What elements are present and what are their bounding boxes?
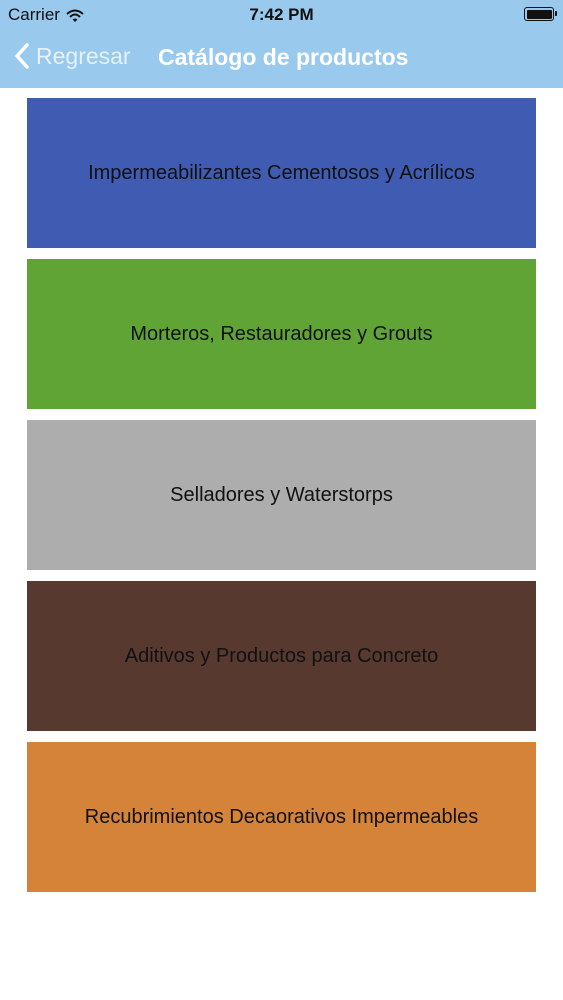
category-label: Impermeabilizantes Cementosos y Acrílico…	[88, 161, 475, 184]
chevron-left-icon	[14, 42, 30, 70]
category-label: Aditivos y Productos para Concreto	[124, 644, 439, 667]
category-aditivos[interactable]: Aditivos y Productos para Concreto	[27, 581, 536, 731]
page-title: Catálogo de productos	[158, 44, 409, 70]
nav-bar: Regresar Catálogo de productos	[0, 30, 563, 88]
category-impermeabilizantes[interactable]: Impermeabilizantes Cementosos y Acrílico…	[27, 98, 536, 248]
battery-icon	[524, 7, 557, 21]
category-label: Morteros, Restauradores y Grouts	[130, 322, 433, 345]
back-label: Regresar	[36, 42, 131, 69]
catalog-list: Impermeabilizantes Cementosos y Acrílico…	[27, 98, 536, 903]
category-selladores[interactable]: Selladores y Waterstorps	[27, 420, 536, 570]
back-button[interactable]: Regresar	[14, 42, 131, 70]
header: Carrier 7:42 PM Regresar Catálogo de pro…	[0, 0, 563, 88]
category-recubrimientos[interactable]: Recubrimientos Decaorativos Impermeables	[27, 742, 536, 892]
category-label: Selladores y Waterstorps	[170, 483, 393, 506]
status-bar: Carrier 7:42 PM	[0, 0, 563, 30]
category-morteros[interactable]: Morteros, Restauradores y Grouts	[27, 259, 536, 409]
category-label: Recubrimientos Decaorativos Impermeables	[84, 805, 479, 828]
status-time: 7:42 PM	[249, 5, 314, 24]
